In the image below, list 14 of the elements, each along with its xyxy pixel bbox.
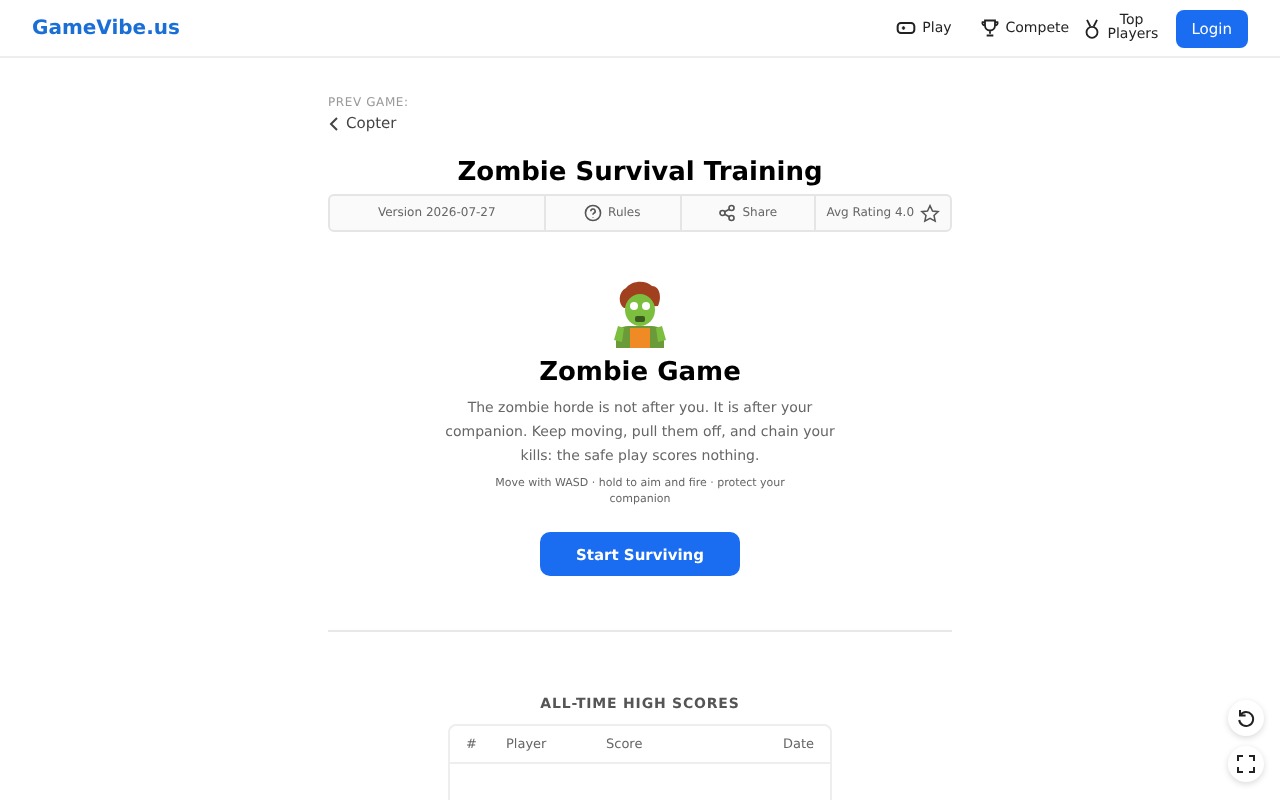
gamepad-icon xyxy=(896,18,917,38)
restart-button[interactable] xyxy=(1228,700,1264,736)
restart-icon xyxy=(1236,708,1256,728)
question-icon xyxy=(584,204,603,222)
game-title: Zombie Game xyxy=(539,358,741,388)
share-icon xyxy=(718,204,737,222)
chevron-left-icon xyxy=(328,115,340,131)
page-title: Zombie Survival Training xyxy=(455,158,825,188)
fullscreen-icon xyxy=(1236,754,1256,774)
fullscreen-button[interactable] xyxy=(1228,746,1264,782)
star-icon xyxy=(920,203,941,223)
medal-icon xyxy=(1081,17,1102,39)
site-logo[interactable]: GameVibe.us xyxy=(32,17,180,39)
trophy-icon xyxy=(979,18,1000,38)
